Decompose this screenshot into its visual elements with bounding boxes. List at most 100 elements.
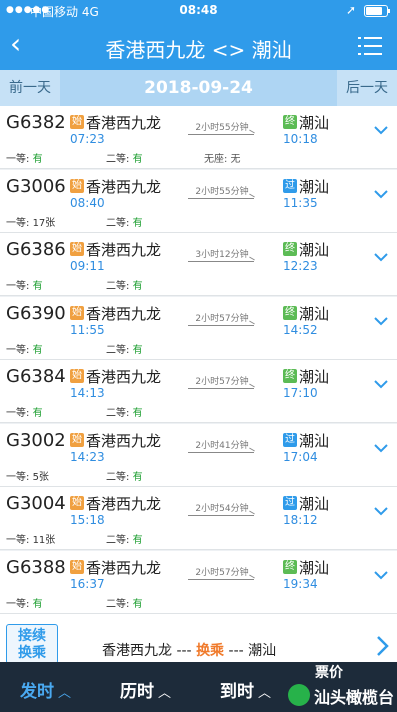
chevron-down-icon[interactable] <box>373 186 389 202</box>
end-badge: 终 <box>283 559 297 574</box>
second-class-label: 二等: <box>106 471 130 483</box>
first-class-availability: 一等: 有 <box>6 404 43 419</box>
next-day-button[interactable]: 后一天 <box>337 70 397 106</box>
chevron-down-icon[interactable] <box>373 503 389 519</box>
caret-up-icon: ︿ <box>58 686 72 701</box>
pass-badge: 过 <box>283 432 297 447</box>
second-class-availability: 二等: 有 <box>106 595 143 610</box>
first-class-label: 一等: <box>6 471 30 483</box>
first-class-label: 一等: <box>6 535 30 546</box>
start-badge: 始 <box>70 432 84 447</box>
arrival-station: 潮汕 <box>299 177 330 196</box>
second-class-value: 有 <box>132 598 143 610</box>
second-class-value: 有 <box>132 281 143 292</box>
first-class-value: 有 <box>32 598 43 610</box>
second-class-label: 二等: <box>106 598 130 610</box>
first-class-availability: 一等: 有 <box>6 150 43 165</box>
start-badge: 始 <box>70 496 84 510</box>
start-badge: 始 <box>70 178 84 193</box>
caret-up-icon: ︿ <box>258 686 272 701</box>
caret-up-icon: ︿ <box>158 686 172 701</box>
start-badge: 始 <box>70 369 84 383</box>
route-arrow-icon <box>188 134 254 135</box>
first-class-availability: 一等: 有 <box>6 595 43 610</box>
train-row[interactable]: G3006 始香港西九龙 08:40 2小时55分钟 过潮汕 11:35 一等: 17张 二等… <box>0 169 397 233</box>
departure-time: 09:11 <box>70 259 105 273</box>
second-class-value: 有 <box>132 535 143 546</box>
status-time: 08:48 <box>179 3 218 17</box>
route-arrow-icon <box>188 578 254 580</box>
trip-duration: 2小时57分钟 <box>195 313 249 324</box>
page-title: 香港西九龙 <> 潮汕 <box>105 38 292 62</box>
train-row[interactable]: G6382 始香港西九龙 07:23 2小时55分钟终潮汕 10:18 一等: 有二等: … <box>0 106 397 169</box>
sort-arrive-button[interactable]: 到时 ︿ <box>220 677 271 702</box>
train-number: G6386 <box>6 239 66 260</box>
chevron-down-icon[interactable] <box>373 567 389 583</box>
chevron-down-icon[interactable] <box>373 440 389 456</box>
chevron-down-icon[interactable] <box>373 313 389 329</box>
first-class-value: 17张 <box>32 217 56 229</box>
watermark-text: 汕头橄榄台 <box>314 688 395 707</box>
battery-icon <box>364 5 390 17</box>
train-row[interactable]: G6390 始香港西九龙 11:55 2小时57分钟终潮汕 14:52 一等: 有二等: … <box>0 296 397 360</box>
departure-station: 香港西九龙 <box>86 558 162 577</box>
first-class-value: 有 <box>32 281 43 292</box>
sort-depart-label: 发时 <box>20 682 54 702</box>
departure-time: 11:55 <box>70 322 105 337</box>
start-badge: 始 <box>70 115 84 129</box>
arrival-station: 潮汕 <box>299 558 330 577</box>
start-badge: 始 <box>70 559 84 574</box>
sort-depart-button[interactable]: 发时 ︿ <box>20 677 71 702</box>
start-badge: 始 <box>70 242 84 256</box>
transfer-button[interactable]: 接续 换乘 <box>6 624 58 664</box>
chevron-down-icon[interactable] <box>373 376 389 392</box>
departure-time: 08:40 <box>70 195 105 210</box>
no-seat-availability: 无座: 无 <box>204 154 241 165</box>
transfer-button-line2: 换乘 <box>18 645 46 661</box>
transfer-separator: --- <box>224 643 249 659</box>
second-class-value: 有 <box>132 217 143 229</box>
sort-duration-button[interactable]: 历时 ︿ <box>120 677 171 702</box>
arrival-time: 14:52 <box>283 322 318 337</box>
arrival-time: 12:23 <box>283 259 318 273</box>
date-bar: 前一天 2018-09-24 后一天 <box>0 70 397 106</box>
train-row[interactable]: G6386 始香港西九龙 09:11 3小时12分钟终潮汕 12:23 一等: 有二等: … <box>0 233 397 296</box>
trip-duration: 3小时12分钟 <box>195 250 249 260</box>
first-class-value: 有 <box>32 408 43 419</box>
second-class-availability: 二等: 有 <box>106 404 143 419</box>
train-row[interactable]: G3002 始香港西九龙 14:23 2小时41分钟 过潮汕 17:04 一等: 5张 二等:… <box>0 423 397 487</box>
menu-icon[interactable] <box>358 34 382 58</box>
second-class-value: 有 <box>132 344 143 356</box>
transfer-route: 香港西九龙 --- 换乘 --- 潮汕 <box>102 640 276 660</box>
chevron-down-icon[interactable] <box>373 122 389 138</box>
train-number: G3004 <box>6 493 66 514</box>
departure-time: 16:37 <box>70 576 105 591</box>
transfer-button-line1: 接续 <box>18 628 46 644</box>
chevron-down-icon[interactable] <box>373 249 389 265</box>
second-class-availability: 二等: 有 <box>106 277 143 292</box>
train-row[interactable]: G6384 始香港西九龙 14:13 2小时57分钟终潮汕 17:10 一等: 有二等: … <box>0 360 397 423</box>
first-class-label: 一等: <box>6 344 30 356</box>
train-row[interactable]: G3004 始香港西九龙 15:18 2小时54分钟 过潮汕 18:12 一等: 11张 二等… <box>0 487 397 550</box>
departure-station: 香港西九龙 <box>86 304 162 323</box>
route-arrow-icon <box>188 324 254 326</box>
end-badge: 终 <box>283 115 297 129</box>
start-badge: 始 <box>70 305 84 320</box>
second-class-label: 二等: <box>106 217 130 229</box>
first-class-availability: 一等: 17张 <box>6 214 55 229</box>
first-class-label: 一等: <box>6 281 30 292</box>
pass-badge: 过 <box>283 178 297 193</box>
departure-time: 15:18 <box>70 513 105 527</box>
arrival-station: 潮汕 <box>299 114 330 132</box>
sort-price-button[interactable]: 票价 <box>315 662 343 682</box>
first-class-availability: 一等: 有 <box>6 341 43 356</box>
first-class-availability: 一等: 有 <box>6 277 43 292</box>
arrival-time: 18:12 <box>283 513 318 527</box>
trip-duration: 2小时55分钟 <box>195 123 249 133</box>
train-row[interactable]: G6388 始香港西九龙 16:37 2小时57分钟终潮汕 19:34 一等: 有二等: … <box>0 550 397 614</box>
transfer-row[interactable]: 接续 换乘 香港西九龙 --- 换乘 --- 潮汕 <box>0 614 397 664</box>
chevron-right-icon[interactable] <box>372 634 392 658</box>
first-class-label: 一等: <box>6 408 30 419</box>
location-icon: ➚ <box>346 3 357 17</box>
trip-duration: 2小时57分钟 <box>195 377 249 387</box>
